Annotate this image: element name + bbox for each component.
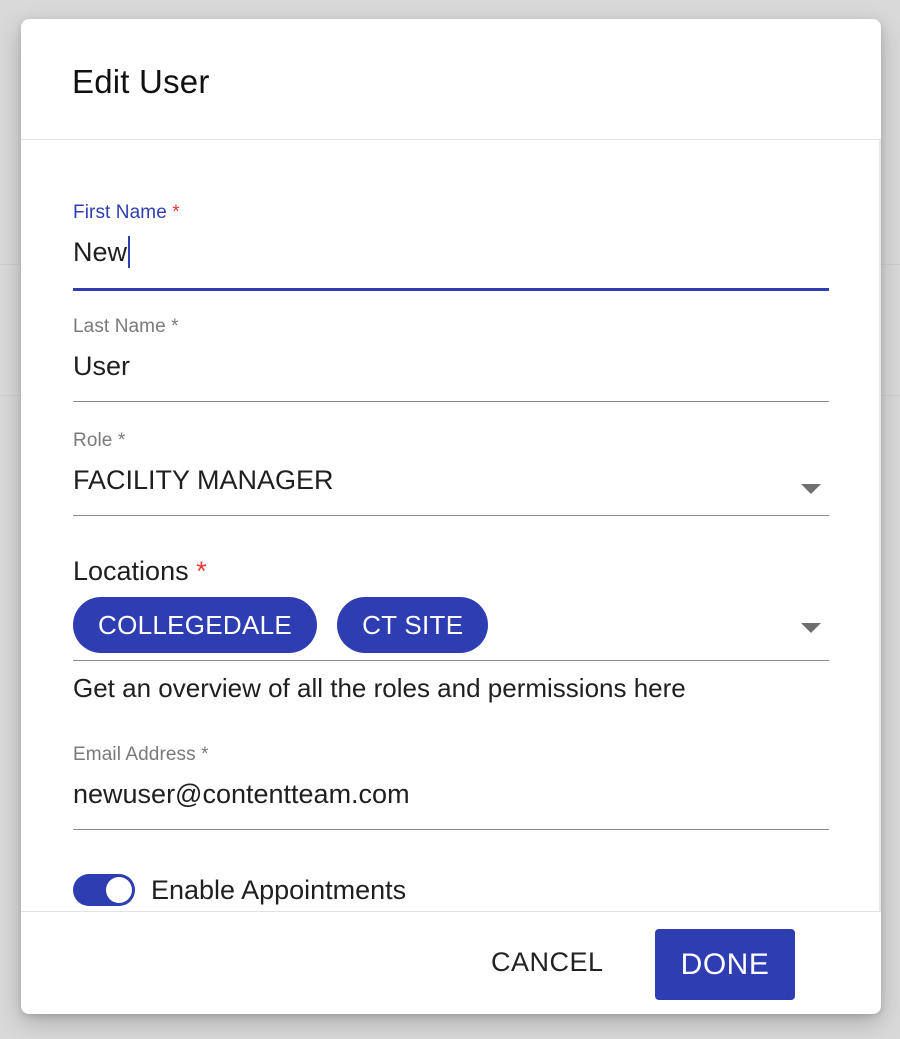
first-name-input[interactable]: New — [73, 234, 829, 270]
required-mark: * — [196, 556, 207, 586]
location-chip-ct-site[interactable]: CT SITE — [337, 597, 489, 653]
locations-label-text: Locations — [73, 556, 189, 586]
role-select[interactable]: Role * FACILITY MANAGER — [73, 430, 829, 518]
location-chip-collegedale[interactable]: COLLEGEDALE — [73, 597, 318, 653]
locations-select[interactable]: Locations * COLLEGEDALE CT SITE — [73, 556, 829, 664]
required-mark: * — [172, 202, 180, 223]
required-mark: * — [171, 316, 179, 337]
edit-user-dialog: Edit User First Name * New Last Name * U… — [21, 19, 881, 1014]
location-chips: COLLEGEDALE CT SITE — [73, 597, 829, 653]
role-label-text: Role — [73, 430, 113, 451]
required-mark: * — [117, 430, 126, 451]
first-name-field[interactable]: First Name * New — [73, 202, 829, 292]
first-name-underline — [73, 288, 829, 291]
email-field[interactable]: Email Address * newuser@contentteam.com — [73, 744, 829, 832]
locations-label: Locations * — [73, 556, 829, 587]
last-name-value: User — [73, 351, 131, 381]
email-underline — [73, 829, 829, 830]
dialog-title: Edit User — [72, 63, 210, 100]
enable-appointments-toggle[interactable] — [73, 874, 135, 906]
required-mark: * — [201, 744, 209, 765]
last-name-label: Last Name * — [73, 316, 829, 338]
chevron-down-icon[interactable] — [801, 484, 821, 494]
roles-permissions-help-link[interactable]: Get an overview of all the roles and per… — [73, 673, 829, 704]
role-value-display[interactable]: FACILITY MANAGER — [73, 462, 829, 498]
role-label: Role * — [73, 430, 829, 452]
email-value: newuser@contentteam.com — [73, 779, 410, 809]
first-name-value: New — [73, 237, 128, 267]
text-caret — [128, 236, 131, 268]
scrollbar[interactable] — [879, 140, 881, 911]
last-name-underline — [73, 401, 829, 402]
enable-appointments-label: Enable Appointments — [151, 874, 407, 905]
dialog-header: Edit User — [21, 19, 881, 140]
first-name-label: First Name * — [73, 202, 829, 224]
email-label: Email Address * — [73, 744, 829, 766]
toggle-knob — [106, 877, 132, 903]
role-value: FACILITY MANAGER — [73, 465, 334, 495]
last-name-field[interactable]: Last Name * User — [73, 316, 829, 404]
cancel-button[interactable]: CANCEL — [471, 940, 624, 984]
chevron-down-icon[interactable] — [801, 623, 821, 633]
done-button[interactable]: DONE — [655, 929, 795, 1000]
dialog-footer: CANCEL DONE — [21, 911, 881, 1014]
email-input[interactable]: newuser@contentteam.com — [73, 776, 829, 812]
email-label-text: Email Address — [73, 744, 196, 765]
role-underline — [73, 515, 829, 516]
last-name-input[interactable]: User — [73, 348, 829, 384]
dialog-body: First Name * New Last Name * User Role *… — [21, 140, 881, 911]
enable-appointments-row: Enable Appointments — [73, 874, 829, 906]
locations-underline — [73, 660, 829, 661]
last-name-label-text: Last Name — [73, 316, 166, 337]
first-name-label-text: First Name — [73, 202, 167, 223]
